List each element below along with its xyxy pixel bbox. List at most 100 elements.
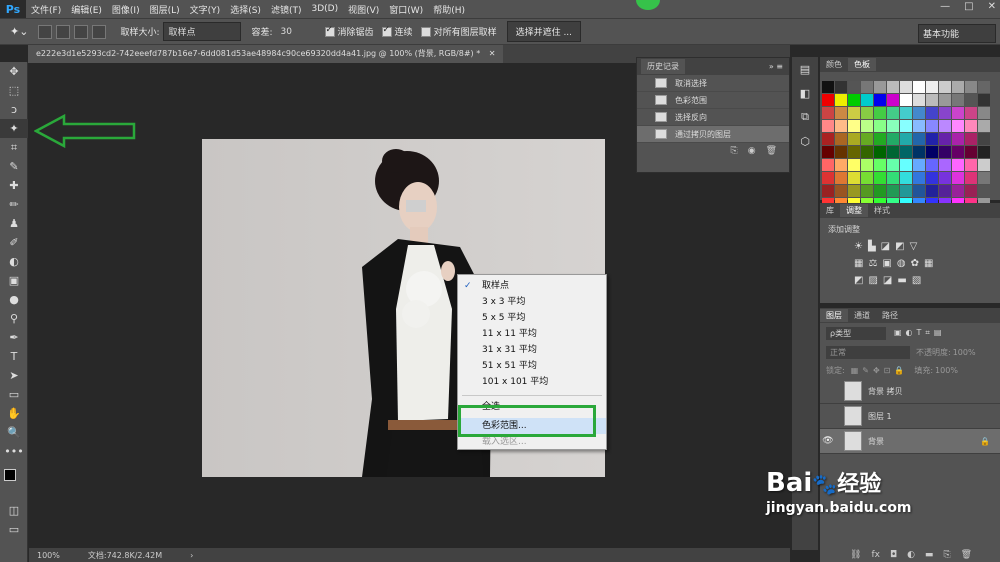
swatch[interactable] [887, 120, 899, 132]
opacity-input[interactable]: 100% [953, 348, 976, 357]
swatch[interactable] [822, 120, 834, 132]
layer-row[interactable]: 图层 1 [820, 404, 1000, 429]
swatch[interactable] [887, 159, 899, 171]
swatch[interactable] [952, 133, 964, 145]
swatch[interactable] [978, 81, 990, 93]
tab-styles[interactable]: 样式 [868, 204, 896, 217]
menu-filter[interactable]: 滤镜(T) [266, 3, 307, 16]
blur-tool-icon[interactable]: ● [0, 290, 28, 309]
more-tools-icon[interactable]: ••• [0, 442, 28, 461]
quick-mask-icon[interactable]: ◫ [0, 501, 28, 520]
swatch[interactable] [822, 107, 834, 119]
tab-channels[interactable]: 通道 [848, 309, 876, 322]
swatch[interactable] [848, 120, 860, 132]
swatch[interactable] [848, 94, 860, 106]
swatch[interactable] [874, 133, 886, 145]
dodge-tool-icon[interactable]: ⚲ [0, 309, 28, 328]
close-button[interactable]: ✕ [988, 1, 996, 12]
swatch[interactable] [835, 81, 847, 93]
intersect-selection-icon[interactable] [92, 24, 107, 39]
swatch[interactable] [835, 107, 847, 119]
swatch[interactable] [848, 185, 860, 197]
foreground-color[interactable] [4, 469, 16, 481]
swatch[interactable] [887, 185, 899, 197]
swatch[interactable] [965, 172, 977, 184]
swatch[interactable] [965, 120, 977, 132]
snapshot-icon[interactable]: ◉ [748, 146, 756, 156]
marquee-tool-icon[interactable]: ⬚ [0, 81, 28, 100]
menu-window[interactable]: 窗口(W) [384, 3, 428, 16]
swatch[interactable] [965, 94, 977, 106]
doc-size[interactable]: 文档:742.8K/2.42M [88, 550, 162, 561]
tab-libraries[interactable]: 库 [820, 204, 840, 217]
swatch[interactable] [822, 133, 834, 145]
crop-tool-icon[interactable]: ⌗ [0, 138, 28, 157]
swatch[interactable] [926, 146, 938, 158]
swatch[interactable] [900, 185, 912, 197]
history-brush-tool-icon[interactable]: ✐ [0, 233, 28, 252]
layer-row[interactable]: 👁 背景 🔒 [820, 429, 1000, 454]
swatch[interactable] [874, 81, 886, 93]
swatch[interactable] [978, 172, 990, 184]
document-tab[interactable]: e222e3d1e5293cd2-742eeefd787b16e7-6dd081… [28, 45, 504, 63]
new-layer-icon[interactable]: ⎘ [943, 550, 950, 560]
tab-adjustments[interactable]: 调整 [840, 204, 868, 217]
swatch[interactable] [874, 172, 886, 184]
swatch[interactable] [939, 81, 951, 93]
workspace-dropdown[interactable]: 基本功能 [918, 24, 996, 43]
swatch[interactable] [887, 94, 899, 106]
path-select-tool-icon[interactable]: ➤ [0, 366, 28, 385]
fx-icon[interactable]: fx [871, 550, 880, 560]
menu-item-101x101[interactable]: 101 x 101 平均 [458, 374, 606, 390]
antialias-checkbox[interactable] [324, 25, 335, 37]
brightness-icon[interactable]: ☀ [854, 241, 863, 252]
eraser-tool-icon[interactable]: ◐ [0, 252, 28, 271]
new-document-from-state-icon[interactable]: ⎘ [731, 146, 738, 156]
trash-icon[interactable]: 🗑 [961, 550, 972, 560]
swatch[interactable] [965, 81, 977, 93]
rectangle-tool-icon[interactable]: ▭ [0, 385, 28, 404]
properties-panel-icon[interactable]: ◧ [792, 81, 818, 105]
swatch[interactable] [939, 133, 951, 145]
swatch[interactable] [848, 146, 860, 158]
swatch[interactable] [913, 94, 925, 106]
minimize-button[interactable]: — [940, 1, 950, 12]
swatch[interactable] [926, 120, 938, 132]
menu-type[interactable]: 文字(Y) [185, 3, 226, 16]
swatch[interactable] [861, 172, 873, 184]
menu-item-5x5[interactable]: 5 x 5 平均 [458, 310, 606, 326]
swatch[interactable] [913, 81, 925, 93]
swatch[interactable] [887, 81, 899, 93]
eyedropper-tool-icon[interactable]: ✎ [0, 157, 28, 176]
swatch[interactable] [952, 159, 964, 171]
swatch[interactable] [835, 120, 847, 132]
swatch[interactable] [926, 94, 938, 106]
swatch[interactable] [848, 107, 860, 119]
magic-wand-tool-icon[interactable]: ✦ [0, 119, 28, 138]
eye-icon[interactable]: 👁 [820, 436, 836, 446]
lasso-tool-icon[interactable]: ↄ [0, 100, 28, 119]
swatch[interactable] [861, 94, 873, 106]
blend-mode-dropdown[interactable]: 正常 [826, 345, 910, 359]
swatch[interactable] [926, 81, 938, 93]
swatch[interactable] [926, 185, 938, 197]
menu-item-3x3[interactable]: 3 x 3 平均 [458, 294, 606, 310]
swatch[interactable] [952, 172, 964, 184]
swatch[interactable] [822, 94, 834, 106]
swatch[interactable] [900, 120, 912, 132]
swatch[interactable] [978, 107, 990, 119]
swatch[interactable] [965, 133, 977, 145]
brush-tool-icon[interactable]: ✏ [0, 195, 28, 214]
swatch[interactable] [835, 159, 847, 171]
stamp-tool-icon[interactable]: ♟ [0, 214, 28, 233]
swatch[interactable] [926, 159, 938, 171]
menu-image[interactable]: 图像(I) [107, 3, 145, 16]
swatch[interactable] [978, 146, 990, 158]
status-arrow-icon[interactable]: › [190, 551, 193, 560]
layer-row[interactable]: 背景 拷贝 [820, 379, 1000, 404]
swatch[interactable] [952, 107, 964, 119]
swatch[interactable] [861, 146, 873, 158]
history-item[interactable]: 选择反向 [637, 109, 789, 126]
swatch[interactable] [939, 94, 951, 106]
bw-icon[interactable]: ▣ [882, 258, 891, 269]
